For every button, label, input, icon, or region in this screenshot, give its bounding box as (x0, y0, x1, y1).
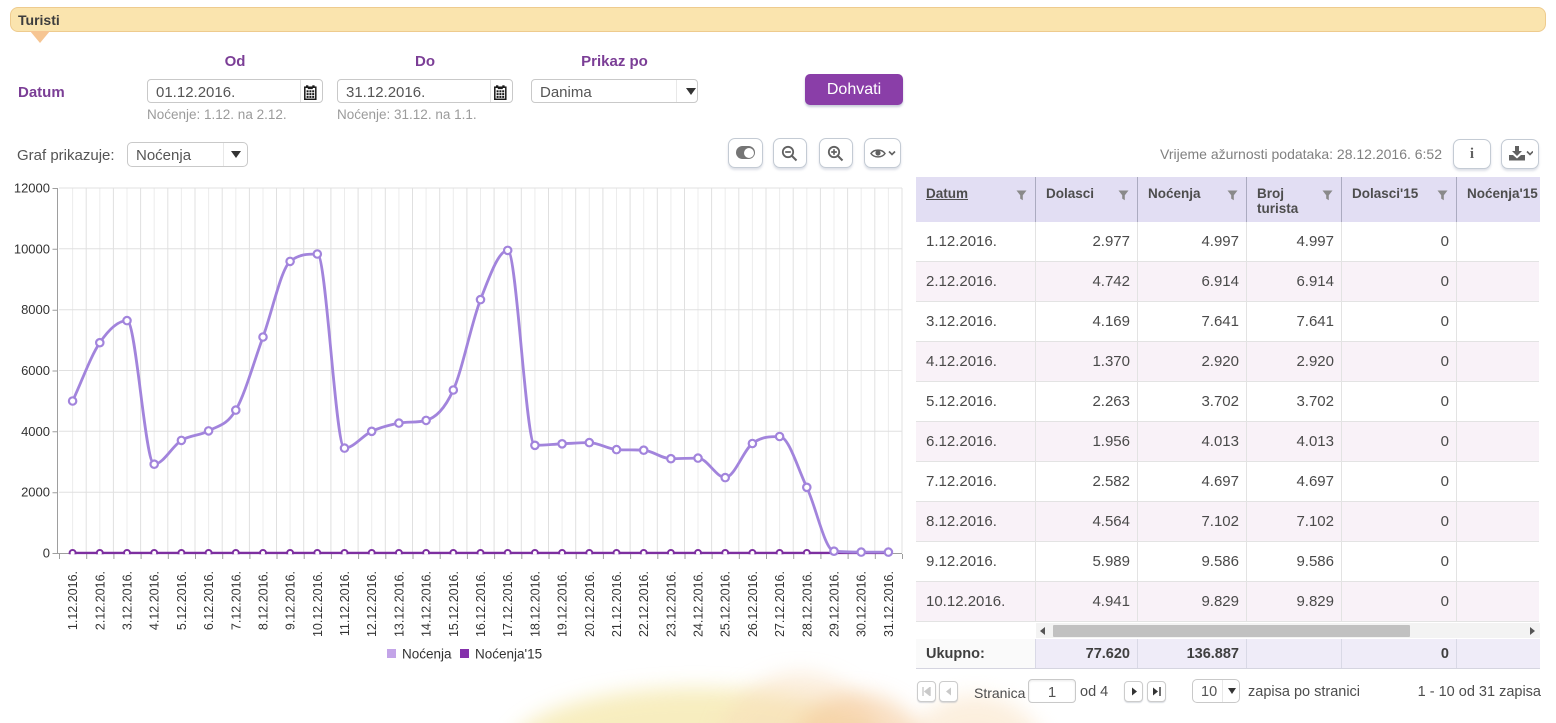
svg-text:4.12.2016.: 4.12.2016. (148, 571, 162, 630)
svg-text:14.12.2016.: 14.12.2016. (420, 571, 434, 637)
svg-text:22.12.2016.: 22.12.2016. (637, 571, 651, 637)
svg-text:0: 0 (43, 546, 50, 561)
svg-text:2000: 2000 (21, 485, 50, 500)
svg-text:4000: 4000 (21, 424, 50, 439)
svg-text:2.12.2016.: 2.12.2016. (93, 571, 107, 630)
svg-text:25.12.2016.: 25.12.2016. (719, 571, 733, 637)
svg-text:6000: 6000 (21, 363, 50, 378)
svg-text:13.12.2016.: 13.12.2016. (392, 571, 406, 637)
svg-text:30.12.2016.: 30.12.2016. (855, 571, 869, 637)
svg-text:31.12.2016.: 31.12.2016. (882, 571, 896, 637)
svg-text:26.12.2016.: 26.12.2016. (746, 571, 760, 637)
svg-text:19.12.2016.: 19.12.2016. (556, 571, 570, 637)
svg-text:9.12.2016.: 9.12.2016. (284, 571, 298, 630)
svg-text:Noćenja'15: Noćenja'15 (475, 647, 542, 662)
svg-text:24.12.2016.: 24.12.2016. (692, 571, 706, 637)
svg-text:21.12.2016.: 21.12.2016. (610, 571, 624, 637)
svg-text:12.12.2016.: 12.12.2016. (365, 571, 379, 637)
svg-text:12000: 12000 (14, 181, 50, 196)
svg-text:6.12.2016.: 6.12.2016. (202, 571, 216, 630)
svg-text:15.12.2016.: 15.12.2016. (447, 571, 461, 637)
svg-text:27.12.2016.: 27.12.2016. (773, 571, 787, 637)
svg-text:Noćenja: Noćenja (402, 647, 452, 662)
svg-text:11.12.2016.: 11.12.2016. (338, 571, 352, 636)
svg-text:28.12.2016.: 28.12.2016. (800, 571, 814, 637)
svg-text:8000: 8000 (21, 302, 50, 317)
svg-text:7.12.2016.: 7.12.2016. (229, 571, 243, 630)
svg-text:18.12.2016.: 18.12.2016. (528, 571, 542, 637)
svg-text:29.12.2016.: 29.12.2016. (828, 571, 842, 637)
svg-text:20.12.2016.: 20.12.2016. (583, 571, 597, 637)
svg-text:10.12.2016.: 10.12.2016. (311, 571, 325, 637)
svg-text:17.12.2016.: 17.12.2016. (501, 571, 515, 637)
svg-text:16.12.2016.: 16.12.2016. (474, 571, 488, 637)
svg-text:23.12.2016.: 23.12.2016. (664, 571, 678, 637)
svg-text:1.12.2016.: 1.12.2016. (66, 571, 80, 630)
svg-text:10000: 10000 (14, 241, 50, 256)
svg-text:8.12.2016.: 8.12.2016. (257, 571, 271, 630)
svg-text:5.12.2016.: 5.12.2016. (175, 571, 189, 630)
svg-text:3.12.2016.: 3.12.2016. (121, 571, 135, 630)
